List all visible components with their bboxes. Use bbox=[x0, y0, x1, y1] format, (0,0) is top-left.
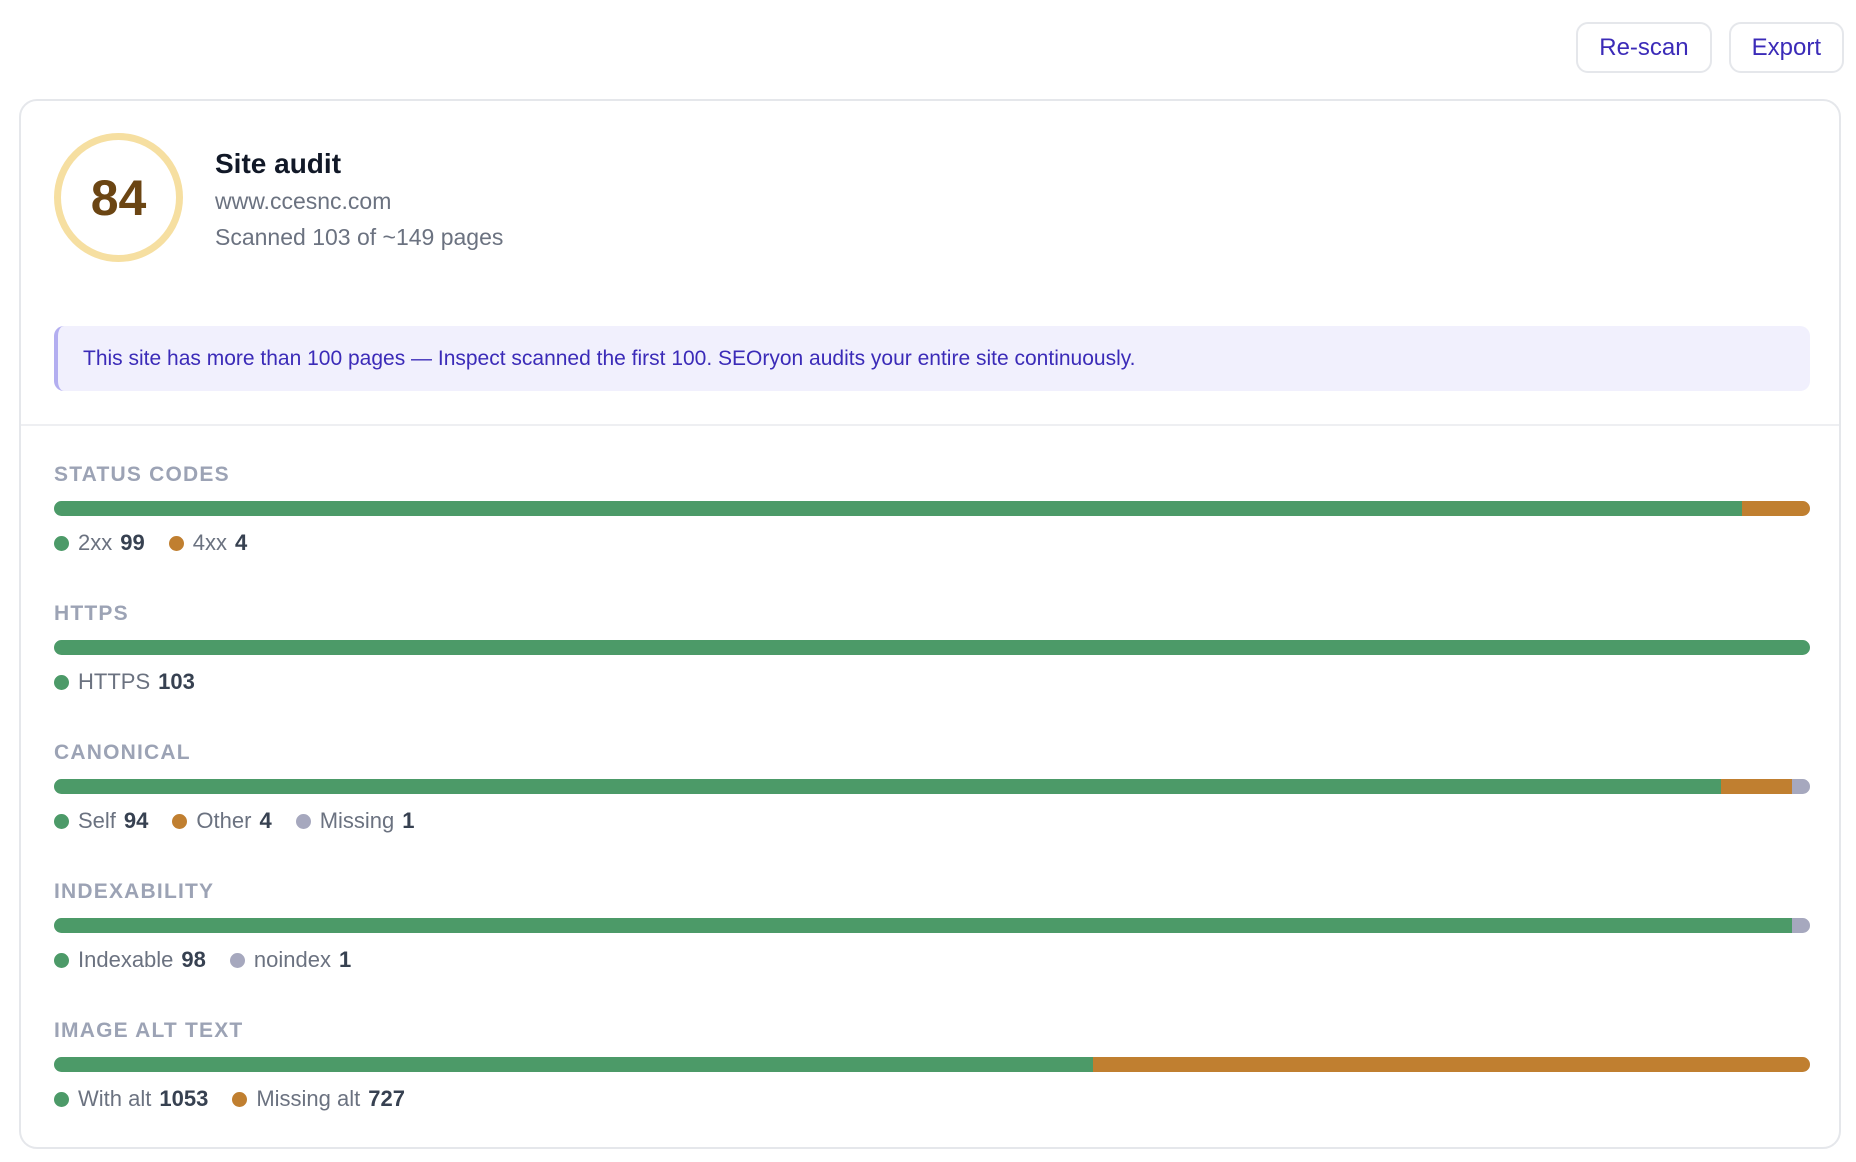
legend: Indexable 98 noindex 1 bbox=[54, 946, 1810, 974]
bar-segment bbox=[1092, 1057, 1810, 1072]
legend-item: Missing alt 727 bbox=[232, 1085, 405, 1113]
legend-count: 1 bbox=[402, 808, 415, 833]
legend-label: Other bbox=[196, 808, 252, 833]
bar-segment bbox=[1792, 779, 1810, 794]
legend-item: Missing 1 bbox=[295, 807, 415, 835]
legend-dot-icon bbox=[229, 952, 245, 968]
page-limit-notice: This site has more than 100 pages — Insp… bbox=[54, 326, 1810, 391]
bar-segment bbox=[1721, 779, 1793, 794]
distribution-bar bbox=[54, 918, 1810, 933]
scan-progress-text: Scanned 103 of ~149 pages bbox=[215, 224, 504, 250]
legend: With alt 1053 Missing alt 727 bbox=[54, 1085, 1810, 1113]
score-ring: 84 bbox=[54, 133, 183, 262]
legend-label: 2xx bbox=[78, 530, 113, 555]
legend-count: 94 bbox=[123, 808, 149, 833]
legend-count: 1053 bbox=[159, 1086, 209, 1111]
bar-segment bbox=[1792, 918, 1810, 933]
legend: 2xx 99 4xx 4 bbox=[54, 529, 1810, 557]
section-image-alt-text: IMAGE ALT TEXT With alt 1053 Missing alt 727 bbox=[54, 1017, 1810, 1156]
legend-count: 4 bbox=[259, 808, 272, 833]
distribution-bar bbox=[54, 1057, 1810, 1072]
distribution-bar bbox=[54, 501, 1810, 516]
legend-count: 99 bbox=[120, 530, 145, 555]
legend-dot-icon bbox=[54, 952, 69, 968]
legend-item: Indexable 98 bbox=[54, 946, 206, 974]
bar-segment bbox=[54, 501, 1742, 516]
section-title: INDEXABILITY bbox=[54, 880, 215, 903]
legend-label: noindex bbox=[253, 947, 331, 972]
section-indexability: INDEXABILITY Indexable 98 noindex 1 bbox=[54, 878, 1810, 1017]
audit-sections: STATUS CODES 2xx 99 4xx 4 HTTPS HTTPS 103 CANONI… bbox=[54, 461, 1810, 1156]
legend-label: Missing bbox=[319, 808, 395, 833]
section-status-codes: STATUS CODES 2xx 99 4xx 4 bbox=[54, 461, 1810, 600]
legend-count: 4 bbox=[234, 530, 248, 555]
audit-meta: Site audit www.ccesnc.com Scanned 103 of… bbox=[215, 133, 503, 255]
legend-item: 4xx 4 bbox=[168, 529, 248, 557]
legend-item: 2xx 99 bbox=[54, 529, 145, 557]
legend-dot-icon bbox=[54, 813, 69, 829]
divider bbox=[21, 424, 1839, 426]
legend-dot-icon bbox=[168, 535, 184, 551]
legend-label: HTTPS bbox=[78, 669, 151, 694]
legend-count: 727 bbox=[368, 1086, 405, 1111]
legend-label: Indexable bbox=[78, 947, 174, 972]
export-button[interactable]: Export bbox=[1728, 22, 1844, 73]
legend-item: Self 94 bbox=[54, 807, 148, 835]
legend-label: Self bbox=[78, 808, 116, 833]
rescan-button[interactable]: Re-scan bbox=[1576, 22, 1712, 73]
toolbar: Re-scan Export bbox=[1576, 22, 1844, 73]
legend-item: With alt 1053 bbox=[54, 1085, 208, 1113]
notice-text: This site has more than 100 pages — Insp… bbox=[83, 346, 1136, 370]
bar-segment bbox=[54, 779, 1722, 794]
page-title: Site audit bbox=[215, 148, 342, 179]
legend: HTTPS 103 bbox=[54, 668, 1810, 696]
legend-item: HTTPS 103 bbox=[54, 668, 195, 696]
legend-dot-icon bbox=[54, 1091, 69, 1107]
distribution-bar bbox=[54, 640, 1810, 655]
legend-dot-icon bbox=[172, 813, 188, 829]
section-title: STATUS CODES bbox=[54, 463, 230, 486]
legend-dot-icon bbox=[54, 535, 69, 551]
distribution-bar bbox=[54, 779, 1810, 794]
legend-label: With alt bbox=[78, 1086, 152, 1111]
site-domain: www.ccesnc.com bbox=[215, 188, 392, 214]
legend-count: 1 bbox=[338, 947, 352, 972]
legend: Self 94 Other 4 Missing 1 bbox=[54, 807, 1810, 835]
section-title: HTTPS bbox=[54, 602, 129, 625]
audit-card: 84 Site audit www.ccesnc.com Scanned 103… bbox=[19, 99, 1841, 1149]
bar-segment bbox=[54, 1057, 1093, 1072]
legend-dot-icon bbox=[232, 1091, 248, 1107]
legend-count: 103 bbox=[158, 669, 195, 694]
site-audit-page: Re-scan Export 84 Site audit www.ccesnc.… bbox=[0, 0, 1856, 1162]
legend-item: noindex 1 bbox=[229, 946, 352, 974]
legend-label: Missing alt bbox=[256, 1086, 361, 1111]
section-canonical: CANONICAL Self 94 Other 4 Missing 1 bbox=[54, 739, 1810, 878]
bar-segment bbox=[54, 640, 1810, 655]
legend-item: Other 4 bbox=[172, 807, 272, 835]
section-https: HTTPS HTTPS 103 bbox=[54, 600, 1810, 739]
section-title: IMAGE ALT TEXT bbox=[54, 1019, 244, 1042]
legend-dot-icon bbox=[54, 674, 69, 690]
legend-label: 4xx bbox=[192, 530, 227, 555]
legend-count: 98 bbox=[181, 947, 206, 972]
legend-dot-icon bbox=[295, 813, 311, 829]
section-title: CANONICAL bbox=[54, 741, 191, 764]
audit-header: 84 Site audit www.ccesnc.com Scanned 103… bbox=[54, 133, 503, 262]
bar-segment bbox=[1741, 501, 1810, 516]
bar-segment bbox=[54, 918, 1793, 933]
